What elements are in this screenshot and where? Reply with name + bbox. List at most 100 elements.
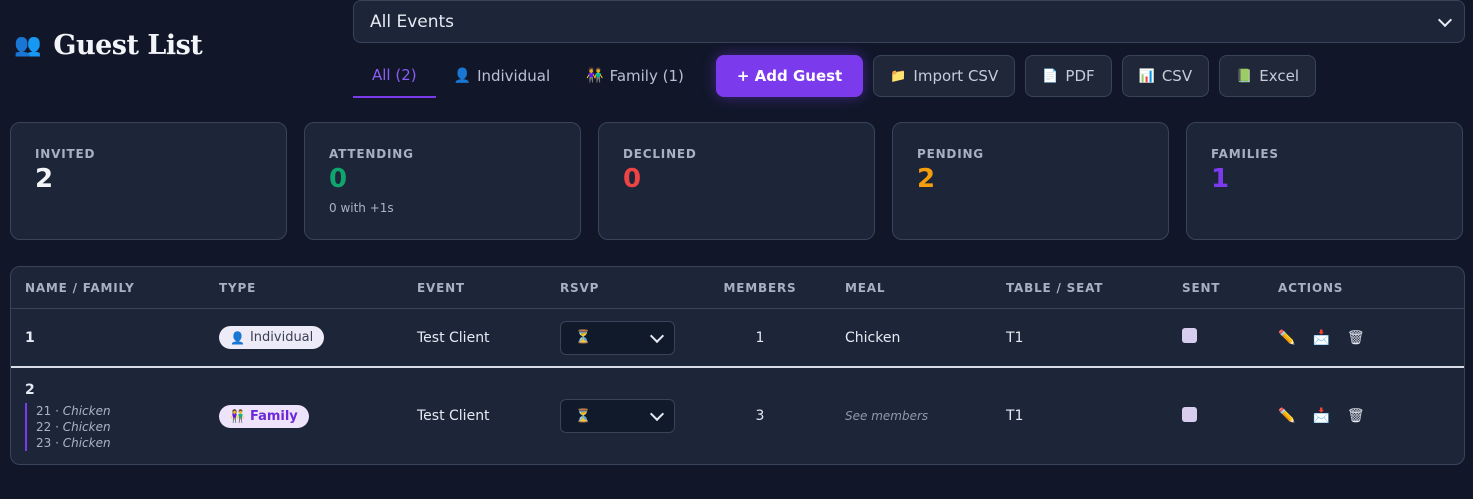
- guest-table: NAME / FAMILY TYPE EVENT RSVP MEMBERS ME…: [10, 266, 1465, 465]
- stats-row: INVITED 2 ATTENDING 0 0 with +1s DECLINE…: [10, 122, 1463, 240]
- tab-individual[interactable]: 👤 Individual: [436, 54, 569, 98]
- rsvp-cell: ⏳: [560, 320, 675, 355]
- chart-icon: 📊: [1138, 68, 1155, 84]
- export-excel-label: Excel: [1259, 67, 1300, 85]
- event-filter-value: All Events: [370, 11, 455, 32]
- stat-card-declined: DECLINED 0: [598, 122, 875, 240]
- column-header-name[interactable]: NAME / FAMILY: [25, 281, 135, 295]
- tab-family-label: Family (1): [609, 67, 684, 85]
- send-invite-icon[interactable]: 📩: [1312, 408, 1329, 424]
- type-badge-individual: 👤 Individual: [219, 326, 325, 349]
- member-meal: Chicken: [62, 435, 111, 450]
- person-icon: 👤: [453, 68, 472, 84]
- sent-checkbox[interactable]: [1182, 328, 1197, 347]
- chevron-down-icon: [1438, 15, 1452, 29]
- type-label: Family: [249, 408, 298, 424]
- stat-card-families: FAMILIES 1: [1186, 122, 1463, 240]
- type-cell: 👫 Family: [219, 404, 309, 428]
- stat-label: INVITED: [35, 147, 96, 161]
- member-number: 23: [36, 435, 52, 450]
- family-icon: 👫: [586, 68, 604, 84]
- members-count: 3: [755, 408, 765, 424]
- hourglass-icon: ⏳: [575, 330, 592, 345]
- export-csv-button[interactable]: 📊 CSV: [1121, 55, 1210, 97]
- stat-value: 2: [917, 164, 936, 194]
- stat-value: 0: [329, 164, 348, 194]
- event-name: Test Client: [417, 329, 490, 346]
- family-member-item: 21 · Chicken: [36, 403, 111, 418]
- guest-name: 1: [25, 329, 35, 346]
- meal-value: Chicken: [845, 329, 901, 346]
- column-header-meal[interactable]: MEAL: [845, 281, 885, 295]
- import-csv-label: Import CSV: [913, 67, 999, 85]
- green-book-icon: 📗: [1236, 68, 1253, 84]
- guest-list-page: 👥 Guest List All Events All (2) 👤 Indivi…: [0, 0, 1473, 499]
- page-header: 👥 Guest List: [14, 30, 203, 61]
- rsvp-select[interactable]: ⏳: [560, 399, 675, 433]
- family-member-item: 23 · Chicken: [36, 435, 111, 450]
- rsvp-select[interactable]: ⏳: [560, 320, 675, 355]
- column-header-members[interactable]: MEMBERS: [703, 281, 817, 295]
- table-seat-value: T1: [1006, 329, 1024, 346]
- checkbox-icon: [1182, 406, 1197, 422]
- stat-value: 2: [35, 164, 54, 194]
- toolbar: All (2) 👤 Individual 👫 Family (1) + Add …: [353, 54, 1317, 98]
- column-header-table-seat[interactable]: TABLE / SEAT: [1006, 281, 1103, 295]
- sent-checkbox[interactable]: [1182, 406, 1197, 426]
- column-header-actions: ACTIONS: [1278, 280, 1344, 295]
- type-cell: 👤 Individual: [219, 326, 325, 349]
- export-excel-button[interactable]: 📗 Excel: [1219, 55, 1317, 97]
- type-label: Individual: [249, 330, 314, 345]
- stat-label: PENDING: [917, 147, 984, 161]
- stat-subtext: 0 with +1s: [329, 200, 394, 215]
- family-member-item: 22 · Chicken: [36, 419, 111, 434]
- send-invite-icon[interactable]: 📩: [1312, 330, 1329, 346]
- person-icon: 👤: [230, 330, 245, 345]
- export-pdf-label: PDF: [1065, 67, 1095, 85]
- table-seat-value: T1: [1006, 408, 1024, 424]
- chevron-down-icon: [650, 409, 664, 423]
- edit-pencil-icon[interactable]: ✏️: [1278, 330, 1295, 346]
- type-badge-family: 👫 Family: [219, 404, 309, 428]
- guests-icon: 👥: [14, 32, 42, 58]
- family-name-cell: 2 21 · Chicken 22 · Chicken 23 · Chicken: [25, 382, 111, 451]
- edit-pencil-icon[interactable]: ✏️: [1278, 408, 1295, 424]
- table-header-row: NAME / FAMILY TYPE EVENT RSVP MEMBERS ME…: [11, 267, 1464, 309]
- rsvp-cell: ⏳: [560, 399, 675, 433]
- stat-value: 0: [623, 164, 642, 194]
- member-number: 22: [36, 419, 52, 434]
- stat-card-attending: ATTENDING 0 0 with +1s: [304, 122, 581, 240]
- member-meal: Chicken: [62, 403, 111, 418]
- add-guest-button[interactable]: + Add Guest: [715, 55, 864, 97]
- stat-label: ATTENDING: [329, 147, 414, 161]
- document-icon: 📄: [1042, 68, 1059, 84]
- column-header-sent[interactable]: SENT: [1182, 281, 1220, 295]
- row-actions: ✏️ 📩 🗑: [1278, 330, 1365, 346]
- members-count: 1: [755, 329, 765, 346]
- stat-value: 1: [1211, 164, 1230, 194]
- checkbox-icon: [1182, 328, 1197, 343]
- tab-family[interactable]: 👫 Family (1): [568, 54, 702, 98]
- table-row: 2 21 · Chicken 22 · Chicken 23 · Chicken…: [11, 368, 1464, 464]
- member-number: 21: [36, 403, 52, 418]
- trash-icon[interactable]: 🗑: [1347, 330, 1365, 346]
- column-header-type[interactable]: TYPE: [219, 281, 256, 295]
- family-icon: 👫: [230, 409, 245, 423]
- member-meal: Chicken: [62, 419, 111, 434]
- meal-value[interactable]: See members: [845, 409, 928, 423]
- export-csv-label: CSV: [1161, 67, 1193, 85]
- tab-all[interactable]: All (2): [353, 54, 436, 98]
- export-pdf-button[interactable]: 📄 PDF: [1025, 55, 1112, 97]
- family-members-list: 21 · Chicken 22 · Chicken 23 · Chicken: [25, 402, 111, 451]
- event-filter-select[interactable]: All Events: [353, 0, 1465, 43]
- event-name: Test Client: [417, 408, 490, 424]
- tab-individual-label: Individual: [477, 67, 551, 85]
- trash-icon[interactable]: 🗑: [1347, 408, 1365, 424]
- row-actions: ✏️ 📩 🗑: [1278, 408, 1365, 424]
- guest-name: 2: [25, 381, 35, 398]
- column-header-event[interactable]: EVENT: [417, 281, 465, 295]
- import-csv-button[interactable]: 📁 Import CSV: [873, 55, 1016, 97]
- stat-label: DECLINED: [623, 147, 697, 161]
- tab-all-label: All (2): [372, 66, 417, 84]
- column-header-rsvp[interactable]: RSVP: [560, 281, 599, 295]
